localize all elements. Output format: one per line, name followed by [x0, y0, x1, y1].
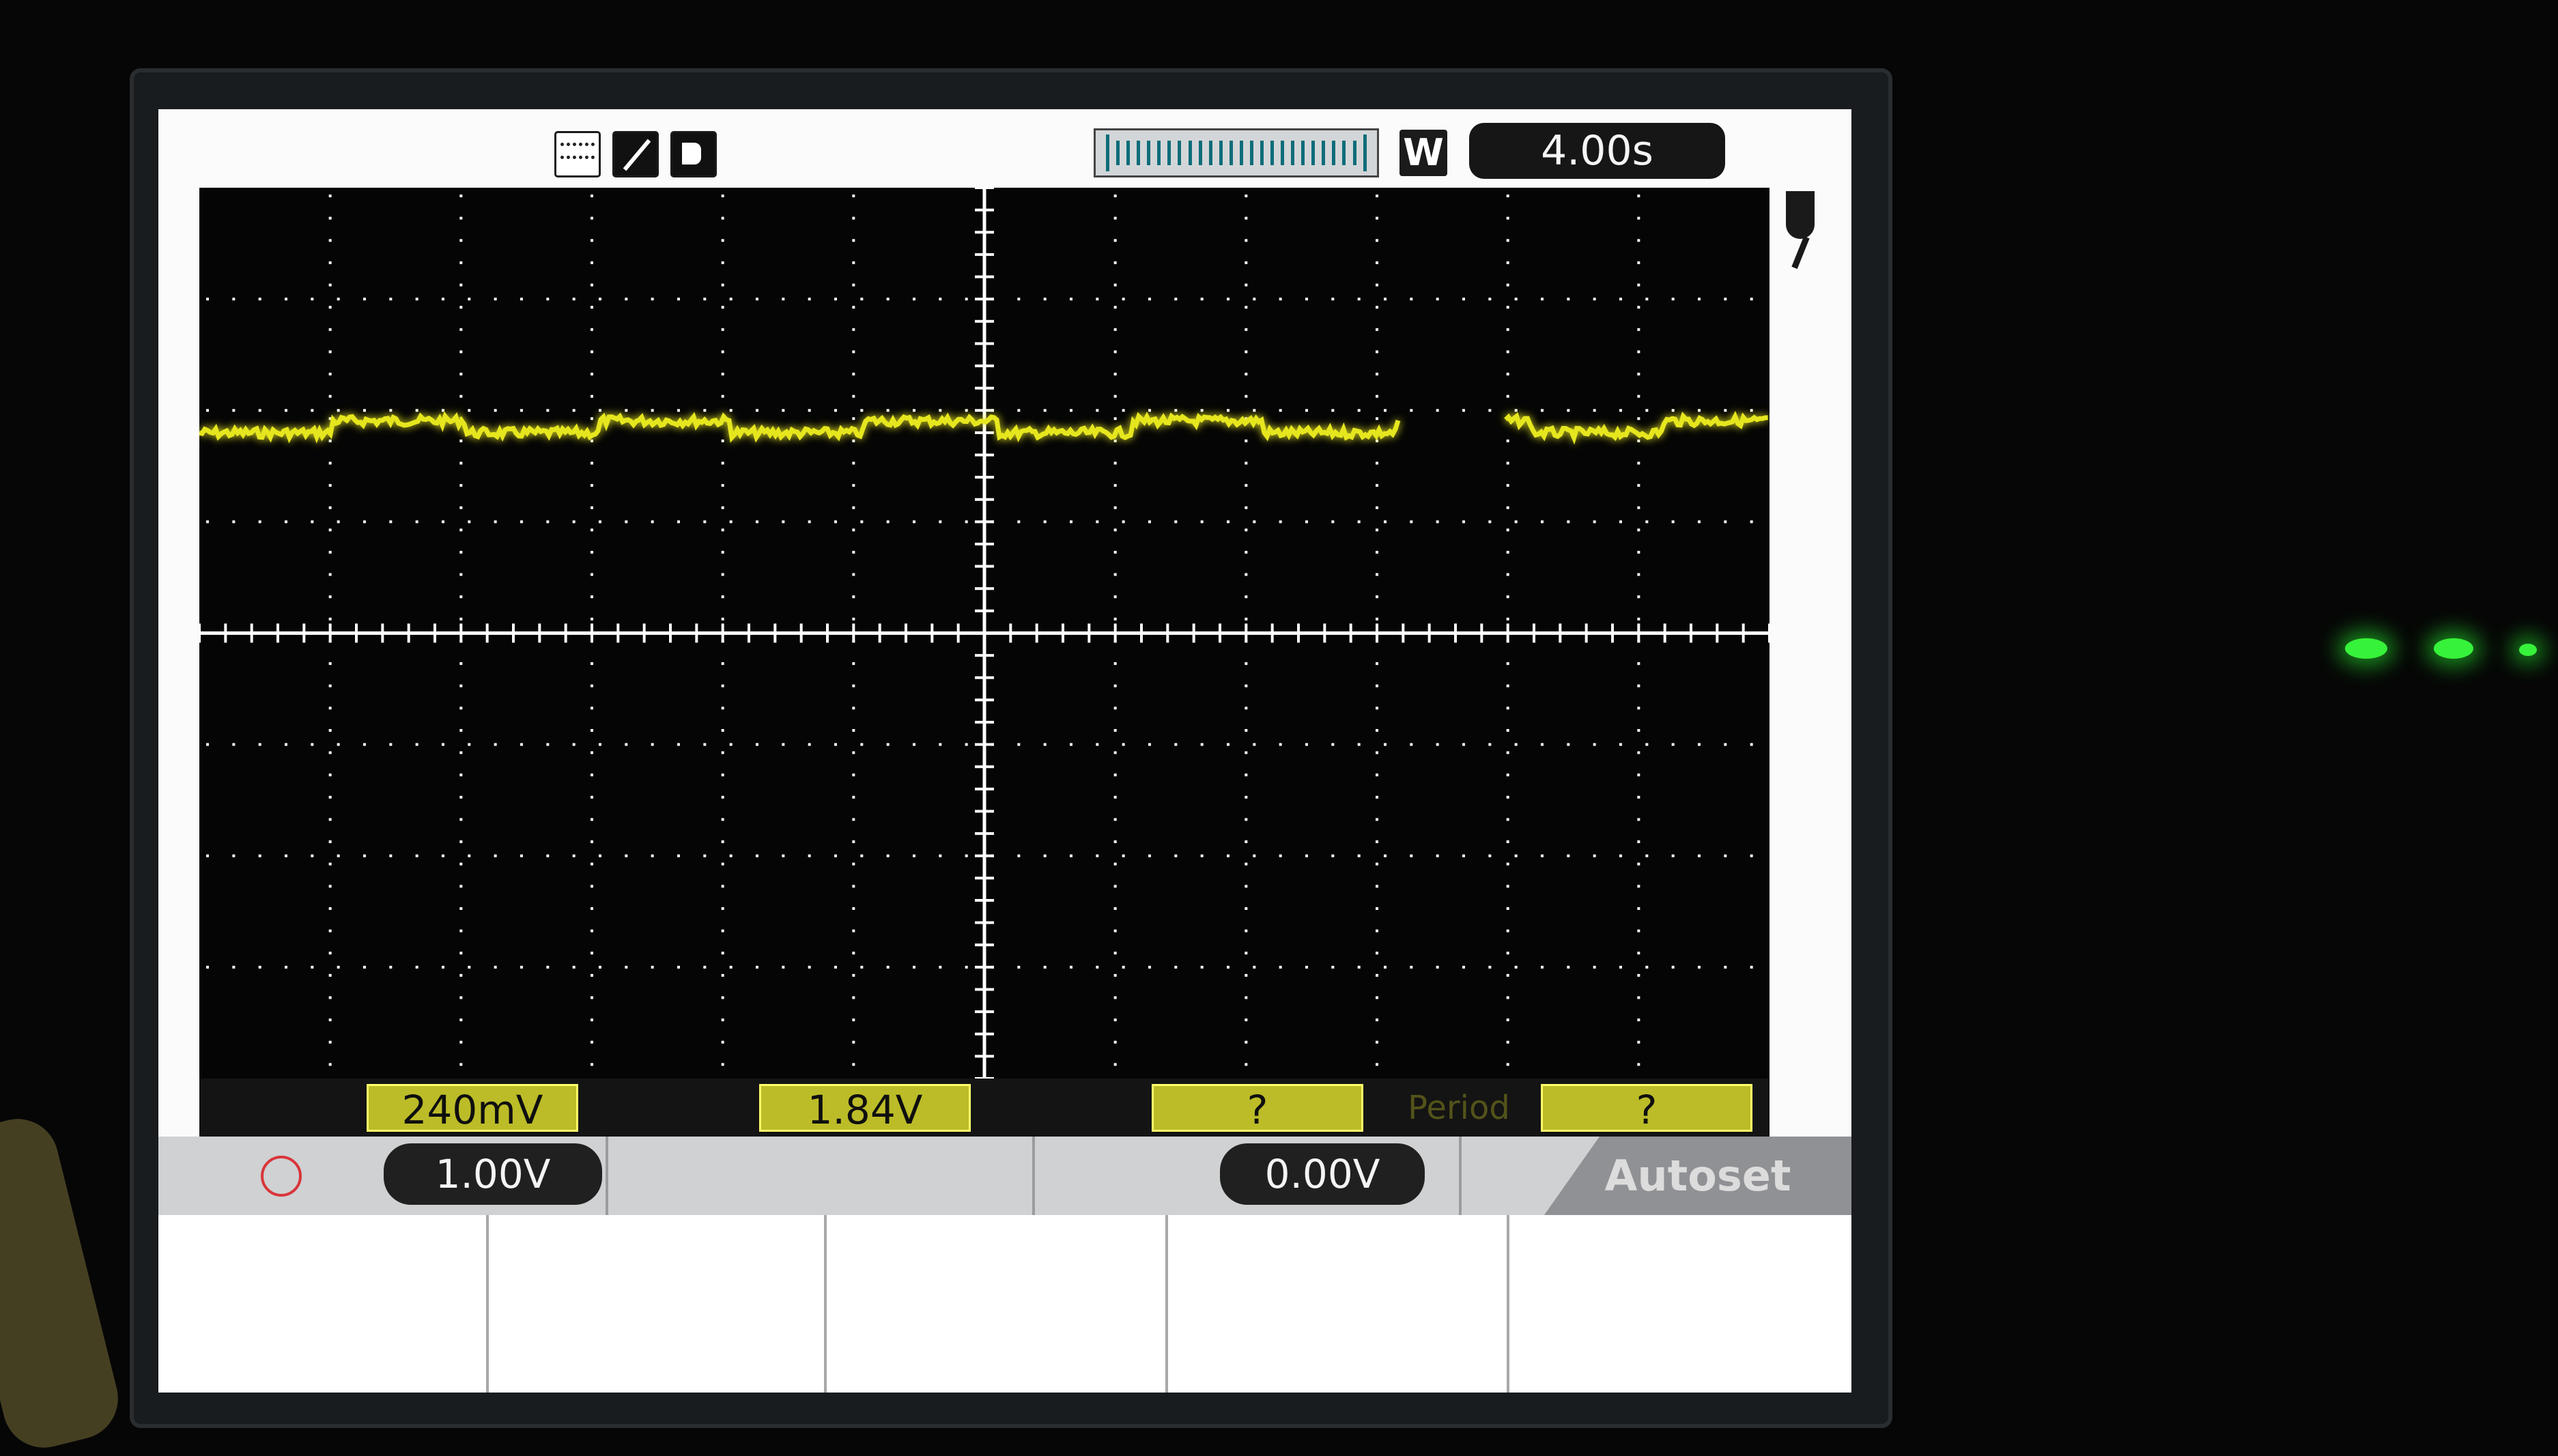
peak-detect-icon [554, 131, 601, 177]
rising-edge-icon [612, 131, 659, 177]
function-key-divider [824, 1215, 827, 1393]
measure-label-pkpk [199, 1084, 363, 1132]
oscilloscope-screen: W 4.00s 240mV 1.84V ? Period ? 1.00V 0.0… [158, 109, 1851, 1393]
measure-value-mean: 1.84V [759, 1084, 971, 1133]
channel-1-trace [199, 410, 1768, 445]
measure-value-freq: ? [1152, 1084, 1363, 1133]
waveform-display [199, 188, 1770, 1079]
measurement-bar: 240mV 1.84V ? Period ? [199, 1079, 1770, 1137]
function-key-divider [1165, 1215, 1168, 1393]
autoset-button[interactable]: Autoset [1544, 1137, 1851, 1215]
status-led [2519, 644, 2537, 656]
status-bar: W 4.00s [158, 109, 1851, 188]
measure-label-mean [592, 1084, 756, 1132]
power-plug-icon [1776, 191, 1824, 273]
finger-shadow [0, 1110, 127, 1456]
measure-value-period: ? [1541, 1084, 1752, 1133]
measure-label-period: Period [1408, 1089, 1510, 1127]
trigger-status-icon [670, 131, 717, 177]
channel-1-badge-icon[interactable] [261, 1156, 302, 1197]
trace-segment [1504, 410, 1768, 445]
channel-scale-readout[interactable]: 1.00V [384, 1143, 602, 1205]
status-led [2345, 638, 2387, 659]
function-key-row [158, 1215, 1851, 1393]
timebase-readout[interactable]: 4.00s [1469, 123, 1725, 179]
window-mode-icon: W [1399, 130, 1447, 176]
measure-value-pkpk: 240mV [367, 1084, 578, 1133]
function-key-divider [1507, 1215, 1509, 1393]
status-led [2434, 638, 2473, 659]
measure-label-freq [984, 1084, 1148, 1132]
trace-segment [199, 411, 1401, 444]
softkey-bar: 1.00V 0.00V Autoset [158, 1137, 1851, 1215]
trigger-level-readout[interactable]: 0.00V [1220, 1143, 1425, 1205]
timebase-position-strip [1094, 128, 1379, 177]
function-key-divider [486, 1215, 489, 1393]
